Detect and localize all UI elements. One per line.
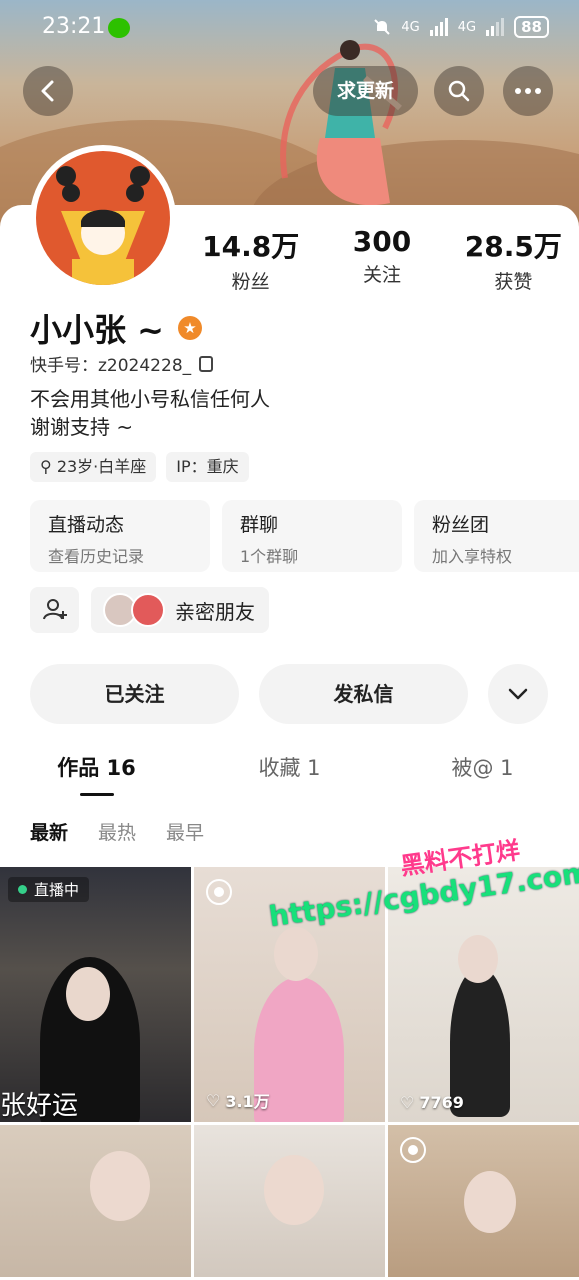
network-label: 4G <box>401 19 420 35</box>
profile-tags: ⚲ 23岁·白羊座 IP：重庆 <box>30 452 249 482</box>
video-thumbnail[interactable] <box>194 1125 385 1277</box>
stat-followers[interactable]: 14.8万 粉丝 <box>185 225 316 294</box>
request-update-button[interactable]: 求更新 <box>313 66 418 116</box>
content-tabs: 作品 16 收藏 1 被@ 1 <box>0 750 579 790</box>
profile-bio: 不会用其他小号私信任何人 谢谢支持 ~ <box>30 385 270 441</box>
group-chat-card[interactable]: 群聊 1个群聊 <box>222 500 402 572</box>
bio-line: 谢谢支持 ~ <box>30 415 134 439</box>
like-count-value: 7769 <box>419 1093 464 1112</box>
mute-bell-icon <box>374 19 391 35</box>
live-history-card[interactable]: 直播动态 查看历史记录 <box>30 500 210 572</box>
card-title: 粉丝团 <box>432 514 490 536</box>
ip-location-tag: IP：重庆 <box>166 452 249 482</box>
status-time: 23:21 <box>42 14 106 39</box>
card-title: 群聊 <box>240 514 279 536</box>
add-friend-button[interactable] <box>30 587 79 633</box>
kwai-id: 快手号：z2024228_ <box>30 356 192 376</box>
network-label-2: 4G <box>457 19 477 35</box>
star-badge-icon[interactable]: ★ <box>177 316 202 340</box>
stat-label: 粉丝 <box>231 271 270 293</box>
kwai-id-row: 快手号：z2024228_ <box>30 351 214 376</box>
tab-works[interactable]: 作品 16 <box>0 750 193 790</box>
card-subtitle: 1个群聊 <box>240 547 299 566</box>
expand-button[interactable] <box>488 664 548 724</box>
bio-line: 不会用其他小号私信任何人 <box>30 387 270 411</box>
chevron-down-icon <box>508 688 528 700</box>
profile-name-row: 小小张 ~ ★ <box>30 305 202 351</box>
signal-icon <box>429 18 448 36</box>
sort-options: 最新 最热 最早 <box>30 818 204 845</box>
stat-value: 28.5万 <box>464 230 562 263</box>
card-subtitle: 加入享特权 <box>432 547 513 566</box>
close-friends-button[interactable]: 亲密朋友 <box>91 587 269 633</box>
profile-stats: 14.8万 粉丝 300 关注 28.5万 获赞 <box>185 225 579 294</box>
heart-icon: ♡ <box>400 1093 415 1112</box>
card-title: 直播动态 <box>48 514 125 536</box>
live-ring-icon <box>206 879 232 905</box>
thumbnail-face <box>264 1155 324 1225</box>
status-bar: 23:21 4G 4G 88 <box>0 0 579 56</box>
copy-icon[interactable] <box>199 355 214 372</box>
banner-dancer-illustration <box>280 40 402 206</box>
age-zodiac-tag: ⚲ 23岁·白羊座 <box>30 452 157 482</box>
like-count: ♡ 3.1万 <box>206 1088 270 1112</box>
sort-earliest[interactable]: 最早 <box>166 818 204 845</box>
thumbnail-face <box>458 935 498 983</box>
video-caption: 张好运 <box>0 1091 79 1121</box>
status-icons: 4G 4G 88 <box>373 16 549 38</box>
tab-favorites[interactable]: 收藏 1 <box>193 750 386 790</box>
profile-name: 小小张 ~ <box>30 311 164 349</box>
live-ring-icon <box>400 1137 426 1163</box>
video-thumbnail[interactable]: 直播中 张好运 <box>0 867 191 1122</box>
more-button[interactable] <box>503 66 553 116</box>
thumbnail-face <box>90 1151 150 1221</box>
avatar-illustration <box>56 166 150 285</box>
stat-value: 300 <box>352 225 412 258</box>
stat-likes[interactable]: 28.5万 获赞 <box>448 225 579 294</box>
heart-icon: ♡ <box>206 1090 221 1110</box>
stat-label: 关注 <box>362 264 401 286</box>
like-count-value: 3.1万 <box>225 1092 270 1111</box>
sort-latest[interactable]: 最新 <box>30 818 68 845</box>
battery-indicator: 88 <box>514 16 549 38</box>
search-button[interactable] <box>434 66 484 116</box>
close-friends-label: 亲密朋友 <box>175 599 255 624</box>
friend-avatar <box>131 593 165 627</box>
avatar[interactable] <box>30 145 176 291</box>
action-buttons: 已关注 发私信 <box>30 664 548 724</box>
send-message-button[interactable]: 发私信 <box>259 664 468 724</box>
thumbnail-face <box>464 1171 516 1233</box>
more-dots-icon <box>515 88 541 94</box>
tag-text: 23岁·白羊座 <box>56 457 147 476</box>
sort-hottest[interactable]: 最热 <box>98 818 136 845</box>
live-badge: 直播中 <box>8 877 90 902</box>
signal-icon-2 <box>486 18 505 36</box>
followed-button[interactable]: 已关注 <box>30 664 239 724</box>
video-thumbnail[interactable] <box>0 1125 191 1277</box>
add-user-icon <box>42 599 67 620</box>
back-button[interactable] <box>23 66 73 116</box>
tab-mentions[interactable]: 被@ 1 <box>386 750 579 790</box>
card-subtitle: 查看历史记录 <box>48 547 145 566</box>
feature-cards: 直播动态 查看历史记录 群聊 1个群聊 粉丝团 加入享特权 <box>30 500 579 572</box>
thumbnail-face <box>274 927 318 981</box>
friends-row: 亲密朋友 <box>30 587 269 633</box>
thumbnail-face <box>66 967 110 1021</box>
chevron-left-icon <box>41 80 54 102</box>
wechat-icon <box>108 18 130 38</box>
stat-following[interactable]: 300 关注 <box>316 225 447 294</box>
avatar-image <box>36 151 170 285</box>
fan-club-card[interactable]: 粉丝团 加入享特权 <box>414 500 579 572</box>
stat-label: 获赞 <box>494 271 533 293</box>
stat-value: 14.8万 <box>202 230 300 263</box>
like-count: ♡ 7769 <box>400 1093 464 1112</box>
search-icon <box>448 80 470 102</box>
video-thumbnail[interactable] <box>388 1125 579 1277</box>
